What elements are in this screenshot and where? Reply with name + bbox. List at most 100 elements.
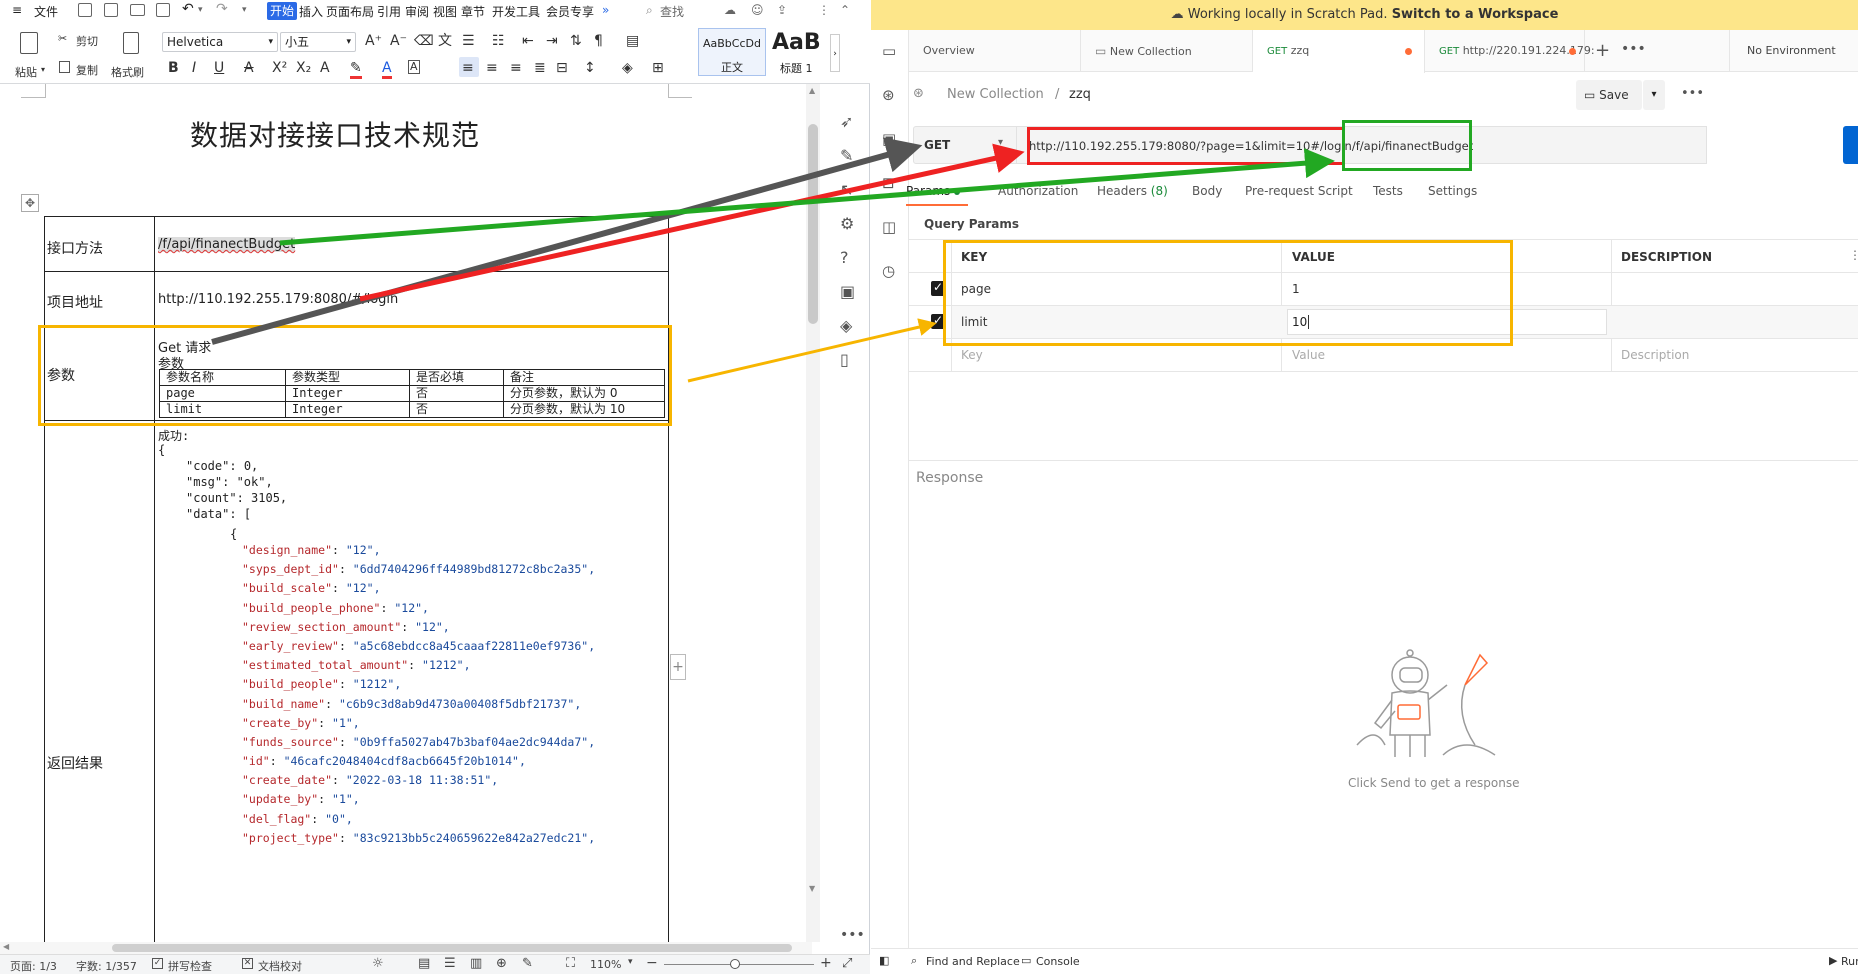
trash-icon[interactable]: ▭ [882,42,896,60]
more-menu-icon[interactable]: » [602,3,609,17]
sidebar-toggle-icon[interactable]: ◧ [879,954,889,967]
read-view-icon[interactable]: ▥ [470,956,482,971]
align-right-icon[interactable]: ≡ [510,60,522,76]
style-heading-1[interactable]: AaB 标题 1 [768,28,828,76]
save-button[interactable]: ▭ Save [1576,80,1642,110]
book-icon[interactable]: ▯ [840,350,849,369]
text-effect-icon[interactable]: A [320,60,330,76]
quick-access-dropdown-icon[interactable]: ▾ [242,5,247,15]
table-move-handle-icon[interactable]: ✥ [21,194,39,212]
distribute-icon[interactable]: ⊟ [556,60,568,76]
send-button[interactable] [1843,126,1858,164]
apis-icon[interactable]: ⊛ [882,86,895,104]
shading-icon[interactable]: ◈ [622,60,633,76]
underline-icon[interactable]: U [214,60,224,76]
new-key-placeholder[interactable]: Key [961,348,983,362]
zoom-in-icon[interactable]: + [820,955,832,971]
tab-start[interactable]: 开始 [267,2,298,20]
zoom-out-icon[interactable]: − [646,955,658,971]
menu-references[interactable]: 引用 [377,3,401,20]
request-options-icon[interactable]: ••• [1681,86,1704,101]
menu-page-layout[interactable]: 页面布局 [326,3,374,20]
collapse-ribbon-icon[interactable]: ⌃ [840,3,850,17]
tab-stops-icon[interactable]: ▤ [626,33,639,49]
shield-icon[interactable]: ◈ [840,316,852,335]
menu-review[interactable]: 审阅 [405,3,429,20]
fullscreen-icon[interactable]: ⤢ [842,956,852,971]
zoom-level[interactable]: 110% [590,958,621,971]
export-pdf-icon[interactable] [104,3,118,17]
scroll-thumb[interactable] [808,124,818,324]
decrease-font-icon[interactable]: A⁻ [390,33,407,49]
justify-icon[interactable]: ≣ [534,60,546,76]
print-icon[interactable] [130,4,145,16]
tab-overview[interactable]: Overview [909,30,1081,72]
subtab-headers[interactable]: Headers (8) [1097,184,1168,198]
console-button[interactable]: Console [1036,955,1080,968]
subtab-tests[interactable]: Tests [1373,184,1403,198]
h-scroll-thumb[interactable] [112,944,792,952]
menu-icon[interactable]: ≡ [12,3,22,17]
char-border-icon[interactable]: A [408,60,420,74]
increase-indent-icon[interactable]: ⇥ [546,33,558,49]
font-color-icon[interactable]: A [382,60,392,79]
subtab-settings[interactable]: Settings [1428,184,1477,198]
sort-icon[interactable]: ⇅ [570,33,582,49]
undo-dropdown-icon[interactable]: ▾ [198,5,203,15]
add-row-icon[interactable]: + [670,654,686,680]
tab-options-icon[interactable]: ••• [1621,41,1646,57]
zoom-dropdown-icon[interactable]: ▾ [628,957,633,967]
clear-format-icon[interactable]: ⌫ [414,33,434,49]
paste-dropdown-icon[interactable]: ▾ [41,65,45,74]
cloud-sync-icon[interactable]: ☁ [724,3,736,17]
decrease-indent-icon[interactable]: ⇤ [522,33,534,49]
font-family-select[interactable]: Helvetica ▾ [162,32,278,52]
menu-insert[interactable]: 插入 [299,3,323,20]
help-icon[interactable]: ? [840,248,849,267]
breadcrumb-collection[interactable]: New Collection [947,87,1044,102]
bullet-list-icon[interactable]: ☰ [462,33,475,49]
status-spell-check[interactable]: 拼写检查 [168,958,212,974]
search-icon[interactable]: ⌕ [646,3,653,18]
response-divider[interactable] [909,460,1858,461]
status-proof[interactable]: 文档校对 [258,958,302,974]
new-value-placeholder[interactable]: Value [1292,348,1325,362]
scroll-up-icon[interactable]: ▲ [809,86,815,95]
share-icon[interactable]: ⇪ [777,3,787,17]
save-dropdown-button[interactable]: ▾ [1643,80,1665,110]
numbered-list-icon[interactable]: ☷ [492,33,505,49]
menu-view[interactable]: 视图 [433,3,457,20]
subtab-params[interactable]: Params [906,184,961,198]
align-center-icon[interactable]: ≡ [486,60,498,76]
italic-icon[interactable]: I [192,60,196,76]
collaborate-icon[interactable]: ☺ [751,3,764,17]
rocket-icon[interactable]: ➶ [840,112,853,131]
search-label[interactable]: 查找 [660,3,684,20]
status-page[interactable]: 页面: 1/3 [10,958,57,974]
font-size-select[interactable]: 小五 ▾ [280,32,356,52]
subtab-prerequest[interactable]: Pre-request Script [1245,184,1353,198]
copy-icon[interactable] [59,61,70,73]
new-tab-icon[interactable]: + [1595,40,1610,61]
superscript-icon[interactable]: X² [272,60,287,76]
menu-chapter[interactable]: 章节 [461,3,485,20]
borders-icon[interactable]: ⊞ [652,60,664,76]
scroll-left-icon[interactable]: ◀ [3,942,9,951]
cursor-icon[interactable]: ↖ [840,180,853,199]
breadcrumb-request[interactable]: zzq [1069,87,1091,102]
new-description-placeholder[interactable]: Description [1621,348,1689,362]
history-icon[interactable]: ◷ [882,262,895,280]
menu-member[interactable]: 会员专享 [546,3,594,20]
redo-icon[interactable]: ↷ [216,1,228,17]
paste-icon[interactable] [20,32,38,54]
increase-font-icon[interactable]: A⁺ [365,33,382,49]
status-words[interactable]: 字数: 1/357 [76,958,137,974]
tab-url[interactable]: GET http://220.191.224.179: [1425,30,1595,72]
format-painter-button[interactable]: 格式刷 [111,64,144,80]
strikethrough-icon[interactable]: A [244,60,254,76]
zoom-slider-handle[interactable] [730,959,740,969]
paste-button[interactable]: 粘贴 [15,64,37,80]
show-marks-icon[interactable]: ¶ [594,33,603,49]
cut-icon[interactable]: ✂ [58,32,67,45]
phonetic-guide-icon[interactable]: 文 [438,33,452,49]
